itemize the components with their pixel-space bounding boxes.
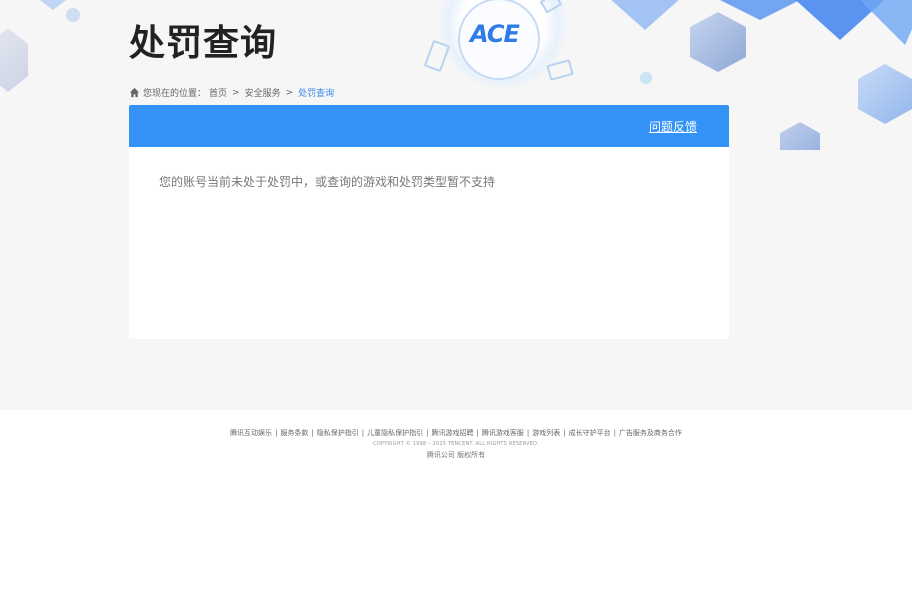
breadcrumb-separator: > [285,87,294,98]
footer-link[interactable]: 儿童隐私保护指引 [367,429,423,437]
footer-link[interactable]: 游戏列表 [532,429,560,437]
footer-separator: | [563,429,566,437]
header-area: ACE 处罚查询 您现在的位置： 首页 > 安全服务 > 处罚查询 问题反馈 您… [0,0,912,410]
footer: 腾讯互动娱乐 | 服务条款 | 隐私保护指引 | 儿童隐私保护指引 | 腾讯游戏招聘 | 腾讯游戏客… [0,428,912,460]
footer-link[interactable]: 成长守护平台 [569,429,611,437]
footer-link[interactable]: 腾讯游戏客服 [482,429,524,437]
status-message: 您的账号当前未处于处罚中，或查询的游戏和处罚类型暂不支持 [159,175,496,189]
breadcrumb-prefix: 您现在的位置： [143,89,207,99]
panel-header: 问题反馈 [129,105,729,147]
company-text: 腾讯公司 版权所有 [426,451,486,459]
footer-separator: | [613,429,616,437]
decor-dot [640,72,652,84]
decor-hexagon [690,12,746,72]
copyright-text: COPYRIGHT © 1998 – 2025 TENCENT. ALL RIG… [373,441,539,447]
footer-link[interactable]: 隐私保护指引 [317,429,359,437]
breadcrumb-home-link[interactable]: 首页 [209,86,227,99]
footer-link[interactable]: 腾讯互动娱乐 [230,429,272,437]
page-title: 处罚查询 [129,23,278,64]
phone-icon [423,39,451,73]
footer-link[interactable]: 广告服务及商务合作 [619,429,682,437]
footer-separator: | [275,429,278,437]
footer-separator: | [426,429,429,437]
breadcrumb-current: 处罚查询 [298,89,335,99]
panel-body: 您的账号当前未处于处罚中，或查询的游戏和处罚类型暂不支持 [129,147,729,216]
footer-separator: | [361,429,365,437]
decor-triangle [40,0,66,10]
footer-link[interactable]: 腾讯游戏招聘 [432,429,474,437]
home-icon [129,87,140,98]
query-panel: 问题反馈 您的账号当前未处于处罚中，或查询的游戏和处罚类型暂不支持 [129,105,729,339]
breadcrumb-separator: > [232,87,240,98]
footer-links: 腾讯互动娱乐 | 服务条款 | 隐私保护指引 | 儿童隐私保护指引 | 腾讯游戏招聘 | 腾讯游戏客… [0,428,912,438]
breadcrumb-security-link[interactable]: 安全服务 [245,86,281,99]
decor-triangle [860,0,912,45]
breadcrumb: 您现在的位置： 首页 > 安全服务 > 处罚查询 [129,86,334,99]
decor-triangle [600,0,690,30]
ace-logo: ACE [470,20,520,48]
decor-hexagon [858,64,912,124]
decor-hexagon [0,28,28,92]
feedback-link[interactable]: 问题反馈 [649,118,697,135]
decor-hexagon [780,122,820,150]
footer-separator: | [526,429,530,437]
footer-separator: | [311,429,314,437]
footer-link[interactable]: 服务条款 [280,429,308,437]
footer-separator: | [476,429,479,437]
decor-dot [66,8,80,22]
